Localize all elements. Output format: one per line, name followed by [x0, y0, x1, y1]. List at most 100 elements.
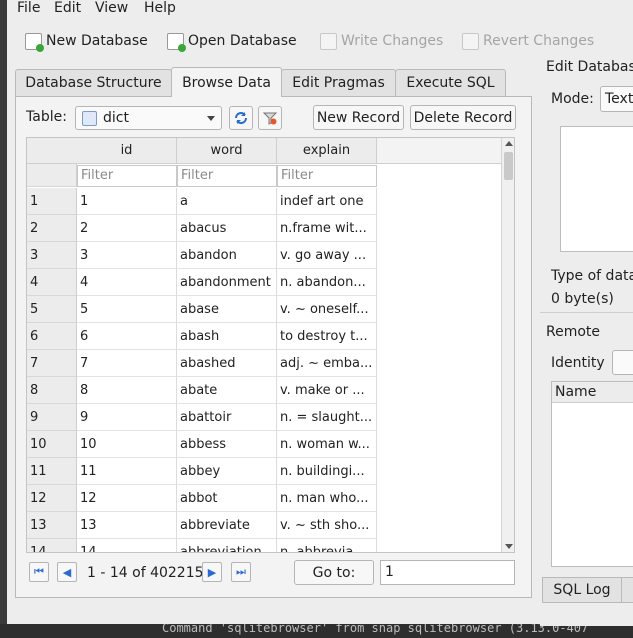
table-cell-word[interactable]: abase: [177, 296, 277, 323]
table-cell-explain[interactable]: adj. ~ emba...: [277, 350, 377, 377]
row-number-header[interactable]: 13: [27, 512, 77, 539]
table-select[interactable]: dict: [75, 106, 222, 130]
column-header-id[interactable]: id: [77, 138, 177, 164]
table-cell-id[interactable]: 1: [77, 188, 177, 215]
next-record-button[interactable]: ▶: [202, 562, 222, 582]
go-to-input[interactable]: 1: [380, 560, 515, 585]
filter-input-explain[interactable]: Filter: [277, 165, 377, 187]
terminal-background: Command 'sqlitebrowser' from snap sqlite…: [0, 624, 633, 638]
table-cell-id[interactable]: 12: [77, 485, 177, 512]
table-cell-word[interactable]: abbot: [177, 485, 277, 512]
next-page-icon: ▶: [207, 565, 217, 579]
row-number-header[interactable]: 9: [27, 404, 77, 431]
data-grid[interactable]: id word explain Filter Filter Filter 11a…: [26, 137, 515, 553]
row-number-header[interactable]: 6: [27, 323, 77, 350]
column-header-word[interactable]: word: [177, 138, 277, 164]
scroll-up-icon[interactable]: [505, 141, 513, 146]
tab-database-structure[interactable]: Database Structure: [15, 69, 172, 96]
table-cell-explain[interactable]: n. abandon...: [277, 269, 377, 296]
table-cell-word[interactable]: abandon: [177, 242, 277, 269]
identity-select[interactable]: [612, 350, 633, 375]
table-cell-id[interactable]: 7: [77, 350, 177, 377]
table-cell-word[interactable]: abashed: [177, 350, 277, 377]
open-database-button[interactable]: Open Database: [167, 30, 297, 52]
table-cell-id[interactable]: 11: [77, 458, 177, 485]
table-cell-id[interactable]: 9: [77, 404, 177, 431]
table-cell-id[interactable]: 8: [77, 377, 177, 404]
table-cell-explain[interactable]: v. make or ...: [277, 377, 377, 404]
table-cell-word[interactable]: abbreviate: [177, 512, 277, 539]
table-cell-word[interactable]: abbreviation: [177, 539, 277, 552]
menu-file[interactable]: File: [17, 0, 40, 16]
table-cell-explain[interactable]: n. buildingi...: [277, 458, 377, 485]
tab-next-dock[interactable]: [621, 577, 633, 603]
table-cell-word[interactable]: abash: [177, 323, 277, 350]
clear-filters-button[interactable]: [258, 106, 282, 130]
table-cell-explain[interactable]: n. = slaught...: [277, 404, 377, 431]
table-cell-id[interactable]: 14: [77, 539, 177, 552]
table-cell-id[interactable]: 13: [77, 512, 177, 539]
new-database-button[interactable]: New Database: [25, 30, 148, 52]
write-changes-button[interactable]: Write Changes: [320, 30, 443, 52]
table-cell-word[interactable]: a: [177, 188, 277, 215]
menu-help[interactable]: Help: [144, 0, 176, 16]
row-number-header[interactable]: 2: [27, 215, 77, 242]
remote-file-list[interactable]: Name: [551, 381, 633, 567]
menu-edit[interactable]: Edit: [54, 0, 81, 16]
first-record-button[interactable]: ⏮: [29, 562, 49, 582]
row-number-header[interactable]: 3: [27, 242, 77, 269]
table-cell-explain[interactable]: n. man who...: [277, 485, 377, 512]
corner-header[interactable]: [27, 138, 78, 164]
menu-view[interactable]: View: [95, 0, 128, 16]
row-number-header[interactable]: 8: [27, 377, 77, 404]
table-cell-word[interactable]: abattoir: [177, 404, 277, 431]
column-header-explain[interactable]: explain: [277, 138, 377, 164]
tab-execute-sql[interactable]: Execute SQL: [395, 69, 506, 96]
table-cell-id[interactable]: 4: [77, 269, 177, 296]
table-cell-explain[interactable]: v. ~ sth sho...: [277, 512, 377, 539]
table-cell-explain[interactable]: to destroy t...: [277, 323, 377, 350]
table-cell-explain[interactable]: n.frame wit...: [277, 215, 377, 242]
last-record-button[interactable]: ⏭: [231, 562, 251, 582]
table-cell-id[interactable]: 5: [77, 296, 177, 323]
table-cell-explain[interactable]: n. abbrevia...: [277, 539, 377, 552]
table-cell-explain[interactable]: indef art one: [277, 188, 377, 215]
table-cell-id[interactable]: 3: [77, 242, 177, 269]
row-number-header[interactable]: 1: [27, 188, 77, 215]
tab-browse-data[interactable]: Browse Data: [171, 67, 282, 97]
previous-record-button[interactable]: ◀: [57, 562, 77, 582]
table-cell-explain[interactable]: v. ~ oneself...: [277, 296, 377, 323]
tab-sql-log[interactable]: SQL Log: [542, 577, 622, 603]
table-cell-explain[interactable]: n. woman w...: [277, 431, 377, 458]
table-cell-word[interactable]: abbess: [177, 431, 277, 458]
row-number-header[interactable]: 7: [27, 350, 77, 377]
filter-input-id[interactable]: Filter: [77, 165, 177, 187]
refresh-button[interactable]: [229, 106, 253, 130]
table-cell-id[interactable]: 6: [77, 323, 177, 350]
vertical-scrollbar[interactable]: [501, 138, 514, 552]
table-cell-id[interactable]: 10: [77, 431, 177, 458]
cell-editor-textarea[interactable]: [560, 126, 633, 252]
tab-edit-pragmas[interactable]: Edit Pragmas: [281, 69, 396, 96]
scrollbar-thumb[interactable]: [504, 152, 513, 180]
row-number-header[interactable]: 4: [27, 269, 77, 296]
row-number-header[interactable]: 10: [27, 431, 77, 458]
go-to-button[interactable]: Go to:: [294, 560, 374, 585]
scroll-down-icon[interactable]: [505, 544, 513, 549]
revert-changes-button[interactable]: Revert Changes: [462, 30, 594, 52]
row-number-header[interactable]: 14: [27, 539, 77, 552]
table-cell-id[interactable]: 2: [77, 215, 177, 242]
table-cell-word[interactable]: abate: [177, 377, 277, 404]
row-number-header[interactable]: 12: [27, 485, 77, 512]
mode-select[interactable]: Text: [600, 86, 633, 112]
row-number-header[interactable]: 11: [27, 458, 77, 485]
table-cell-word[interactable]: abbey: [177, 458, 277, 485]
name-column-header[interactable]: Name: [552, 382, 633, 403]
table-cell-explain[interactable]: v. go away ...: [277, 242, 377, 269]
table-cell-word[interactable]: abandonment: [177, 269, 277, 296]
delete-record-button[interactable]: Delete Record: [410, 105, 516, 130]
filter-input-word[interactable]: Filter: [177, 165, 277, 187]
row-number-header[interactable]: 5: [27, 296, 77, 323]
table-cell-word[interactable]: abacus: [177, 215, 277, 242]
new-record-button[interactable]: New Record: [313, 105, 404, 130]
